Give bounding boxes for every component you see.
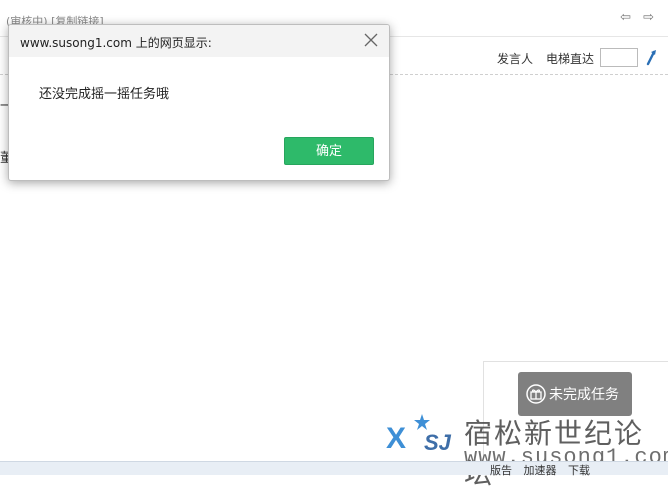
elevator-go-icon[interactable]: [645, 48, 659, 66]
alert-dialog: www.susong1.com 上的网页显示: 还没完成摇一摇任务哦 确定: [8, 24, 390, 181]
elevator-label: 电梯直达: [546, 52, 595, 66]
bottom-link-ads[interactable]: 版告: [490, 464, 512, 477]
alert-dialog-message: 还没完成摇一摇任务哦: [39, 87, 170, 102]
poster-label: 发言人: [497, 52, 534, 66]
close-icon[interactable]: [364, 33, 378, 47]
logo-star-icon: [414, 414, 430, 430]
elevator-floor-input[interactable]: [600, 48, 638, 67]
gift-icon: [526, 384, 546, 404]
alert-dialog-header: www.susong1.com 上的网页显示:: [9, 25, 389, 57]
logo-x-letter: X: [386, 422, 407, 455]
bottom-links: 版告 加速器 下载: [490, 462, 598, 478]
logo-sj-letters: SJ: [424, 430, 451, 455]
ok-button[interactable]: 确定: [284, 137, 374, 165]
alert-dialog-title: www.susong1.com 上的网页显示:: [20, 36, 212, 50]
bottom-link-accelerator[interactable]: 加速器: [524, 464, 557, 477]
thread-nav-arrows-icon[interactable]: ⇦ ⇨: [620, 10, 658, 25]
unfinished-task-label: 未完成任务: [549, 387, 619, 403]
bottom-link-download[interactable]: 下载: [568, 464, 590, 477]
